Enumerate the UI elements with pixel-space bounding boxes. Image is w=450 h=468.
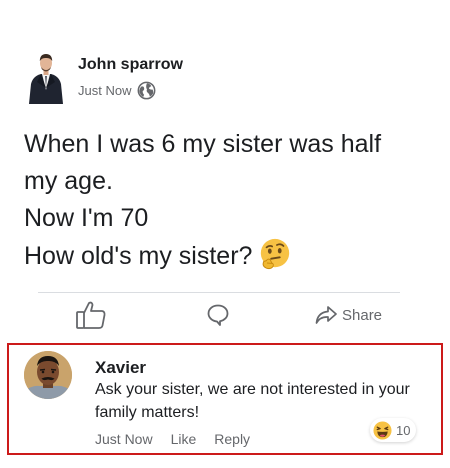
author-avatar[interactable] [27,50,65,104]
comment-text: Ask your sister, we are not interested i… [95,381,410,421]
comment-like-link[interactable]: Like [171,431,197,447]
post-timestamp[interactable]: Just Now [78,83,131,98]
post-line: Now I'm 70 [24,204,149,232]
commenter-name[interactable]: Xavier [95,358,146,378]
post-line: my age. [24,167,113,195]
haha-emoji-icon [373,420,396,440]
post-divider [38,292,400,293]
post-meta: Just Now [78,81,156,100]
post-header: John sparrow Just Now [27,50,327,104]
post-line-question: How old's my sister? [24,237,424,275]
reaction-count: 10 [396,422,411,438]
globe-icon[interactable] [137,81,156,100]
comment-reply-link[interactable]: Reply [214,431,250,447]
highlighted-comment: Xavier Ask your sister, we are not inter… [7,343,443,455]
comment-bubble-icon [206,303,230,327]
comment-timestamp[interactable]: Just Now [95,431,153,447]
share-label: Share [342,306,383,324]
post-text: When I was 6 my sister was half my age. … [24,126,424,275]
comment-button[interactable] [206,298,230,332]
like-button[interactable] [75,298,107,332]
thumbs-up-icon [75,300,107,330]
thinking-face-icon [258,237,292,271]
post-line: When I was 6 my sister was half [24,130,382,158]
share-button[interactable]: Share [315,298,382,332]
author-name[interactable]: John sparrow [78,56,183,74]
commenter-avatar[interactable] [24,351,72,399]
post-line-text: How old's my sister? [24,242,253,270]
reaction-count-badge[interactable]: 10 [370,418,417,442]
comment-actions: Just Now Like Reply [95,431,268,447]
share-arrow-icon [315,305,337,325]
